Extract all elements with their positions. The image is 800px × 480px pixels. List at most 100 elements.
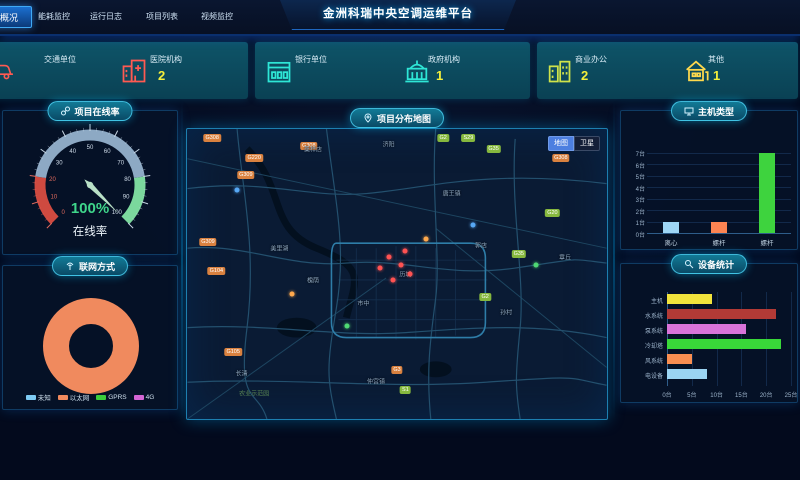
road-badge: G2 (480, 293, 491, 301)
legend-label: 未知 (38, 392, 51, 402)
dashboard: 概况 能耗监控 运行日志 项目列表 视频监控 金洲科瑞中央空调运维平台 交通单位… (0, 0, 800, 480)
stat-value: 1 (713, 68, 720, 83)
svg-text:30: 30 (56, 161, 63, 167)
host-type-panel: 主机类型 0台1台2台3台4台5台6台7台离心螺杆螺杆 (620, 110, 798, 250)
stat-label: 医院机构 (150, 54, 182, 65)
nav-tab-logs[interactable]: 运行日志 (90, 11, 122, 22)
road-badge: S29 (461, 134, 475, 142)
bar-水系统 (667, 309, 776, 319)
device-stats-header: 设备统计 (671, 254, 747, 274)
satellite-mode-button[interactable]: 卫星 (574, 136, 600, 151)
road-badge: G35 (512, 250, 526, 258)
svg-text:100%: 100% (71, 200, 109, 217)
map-header: 项目分布地图 (350, 108, 444, 128)
device-stats-panel: 设备统计 0台5台10台15台20台25台主机水系统泵系统冷却塔风系统电设备 (620, 263, 798, 403)
legend-item[interactable]: 未知 (26, 392, 51, 402)
road-badge: G220 (245, 154, 262, 162)
online-rate-gauge: 0102030405060708090100100%在线率 (3, 111, 177, 243)
legend-swatch (96, 395, 106, 400)
stat-label: 交通单位 (44, 54, 76, 65)
project-marker[interactable] (470, 222, 475, 227)
project-marker[interactable] (344, 324, 349, 329)
bar-风系统 (667, 354, 692, 364)
panel-title: 联网方式 (79, 260, 115, 273)
area-label: 农业示范园 (239, 388, 269, 397)
place-label: 章丘 (559, 252, 571, 261)
bank-icon (265, 57, 293, 85)
project-marker[interactable] (403, 248, 408, 253)
panel-title: 设备统计 (698, 258, 734, 271)
project-marker[interactable] (533, 263, 538, 268)
page-title: 金洲科瑞中央空调运维平台 (280, 0, 516, 29)
host-type-chart: 0台1台2台3台4台5台6台7台离心螺杆螺杆 (621, 111, 797, 249)
bar-螺杆 (759, 153, 775, 234)
road-badge: G3 (391, 366, 402, 374)
map-overlay: G308G308G220G309G309G104G105G3G308G2S29G… (187, 129, 607, 419)
svg-text:0: 0 (61, 210, 65, 216)
svg-text:在线率: 在线率 (73, 224, 108, 238)
project-marker[interactable] (386, 254, 391, 259)
road-badge: G309 (237, 171, 254, 179)
legend-swatch (134, 395, 144, 400)
project-map[interactable]: 项目分布地图 G308G (186, 128, 608, 420)
project-marker[interactable] (378, 266, 383, 271)
project-marker[interactable] (399, 263, 404, 268)
stat-value: 2 (581, 68, 588, 83)
search-icon (684, 259, 694, 269)
svg-text:70: 70 (117, 161, 124, 167)
project-marker[interactable] (407, 272, 412, 277)
legend-item[interactable]: GPRS (96, 392, 126, 402)
nav-tab-projects[interactable]: 项目列表 (146, 11, 178, 22)
place-label: 槐荫 (307, 275, 319, 284)
monitor-icon (684, 106, 694, 116)
panel-title: 项目分布地图 (377, 112, 431, 125)
legend-item[interactable]: 4G (134, 392, 155, 402)
road-badge: G104 (208, 267, 225, 275)
road-badge: G2 (438, 134, 449, 142)
network-donut-chart (43, 298, 139, 394)
online-rate-panel: 项目在线率 0102030405060708090100100%在线率 (2, 110, 178, 255)
nav-tab-overview[interactable]: 概况 (0, 6, 32, 28)
stat-value: 1 (436, 68, 443, 83)
network-panel: 联网方式 未知以太网GPRS4G (2, 265, 178, 410)
divider (181, 100, 183, 420)
bar-螺杆 (711, 222, 727, 234)
svg-text:60: 60 (104, 149, 111, 155)
divider (613, 100, 615, 420)
place-label: 郭店 (475, 241, 487, 250)
link-icon (60, 106, 70, 116)
online-rate-header: 项目在线率 (47, 101, 132, 121)
place-label: 长清 (236, 368, 248, 377)
stat-label: 商业办公 (575, 54, 607, 65)
legend-label: 4G (146, 394, 155, 401)
bar-电设备 (667, 369, 707, 379)
legend-item[interactable]: 以太网 (58, 392, 90, 402)
map-pin-icon (363, 113, 373, 123)
stat-card-3: 商业办公 2 其他 1 (537, 42, 798, 99)
road-badge: S1 (400, 386, 411, 394)
top-nav-bar: 概况 能耗监控 运行日志 项目列表 视频监控 金洲科瑞中央空调运维平台 (0, 0, 800, 36)
nav-tab-video[interactable]: 视频监控 (201, 11, 233, 22)
svg-text:20: 20 (49, 177, 56, 183)
project-marker[interactable] (424, 237, 429, 242)
project-marker[interactable] (290, 292, 295, 297)
place-label: 孙村 (500, 307, 512, 316)
road-badge: G308 (552, 154, 569, 162)
place-label: 市中 (357, 299, 369, 308)
office-building-icon (545, 57, 573, 85)
nav-tab-energy[interactable]: 能耗监控 (38, 11, 70, 22)
panel-title: 项目在线率 (74, 105, 119, 118)
legend-label: GPRS (108, 394, 126, 401)
svg-text:40: 40 (69, 149, 76, 155)
bar-泵系统 (667, 324, 746, 334)
legend-swatch (26, 395, 36, 400)
host-type-header: 主机类型 (671, 101, 747, 121)
place-label: 美里湖 (270, 243, 288, 252)
bar-主机 (667, 294, 712, 304)
road-badge: G20 (545, 209, 559, 217)
map-mode-button[interactable]: 地图 (548, 136, 574, 151)
map-controls: 地图 卫星 (548, 136, 600, 151)
project-marker[interactable] (235, 187, 240, 192)
road-badge: G105 (224, 348, 241, 356)
project-marker[interactable] (390, 277, 395, 282)
